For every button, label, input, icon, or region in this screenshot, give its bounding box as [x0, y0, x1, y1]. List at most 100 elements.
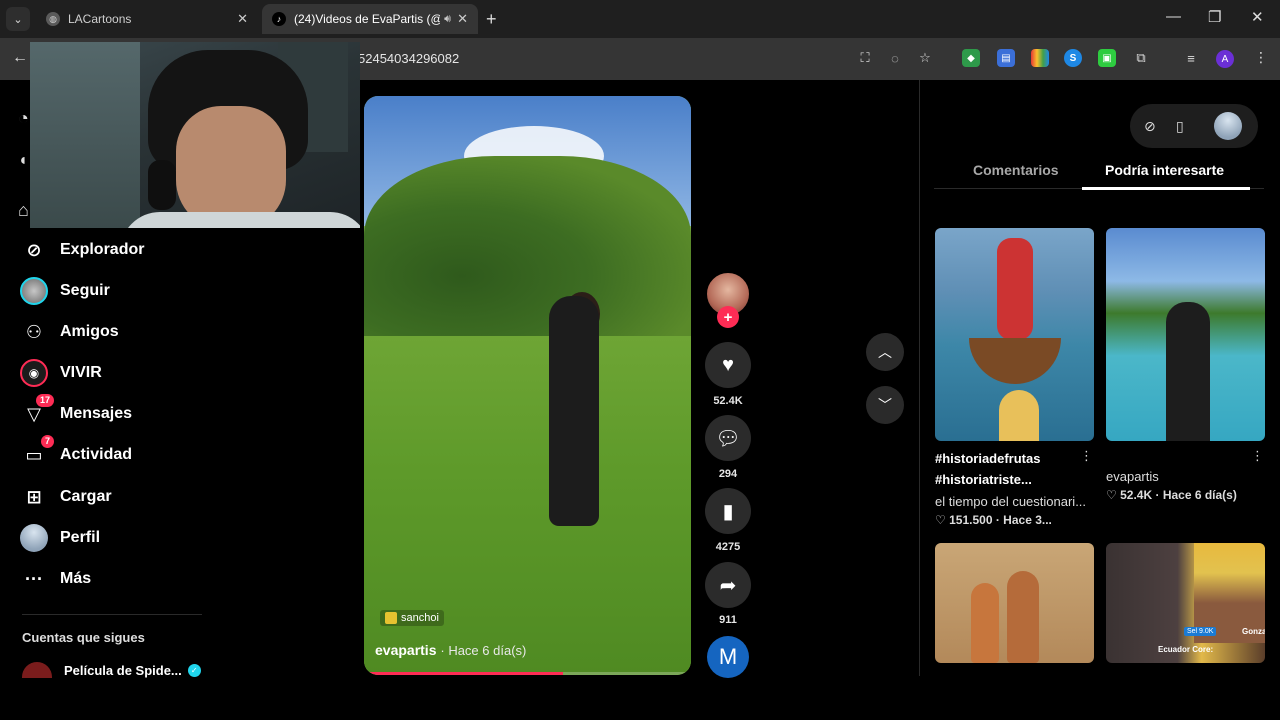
video-thumbnail[interactable] [935, 543, 1094, 663]
tab-comentarios[interactable]: Comentarios [973, 162, 1059, 178]
webcam-background [30, 42, 140, 228]
comment-icon: 💬︎ [715, 427, 741, 450]
video-thumbnail[interactable]: Sel 9.0K Gonza Ecuador Core: [1106, 543, 1265, 663]
compass-icon[interactable]: ⊘ [1144, 118, 1156, 135]
tab-title: LACartoons [68, 12, 132, 26]
sidebar-item-label: VIVIR [60, 364, 102, 381]
webcam-person-shirt [120, 212, 360, 228]
save-button[interactable]: ▮ [705, 488, 751, 534]
maximize-icon[interactable]: ❐ [1208, 8, 1221, 26]
video-person [549, 296, 599, 526]
color-extension-icon[interactable] [1031, 49, 1049, 67]
profile-avatar [20, 524, 48, 552]
browser-menu-icon[interactable]: ⋮ [1254, 49, 1268, 66]
like-count: 52.4K [713, 395, 743, 407]
card-stats: ♡ 151.500 · Hace 3... [935, 513, 1052, 527]
video-progress-bar[interactable] [364, 672, 691, 675]
video-author[interactable]: evapartis · Hace 6 día(s) [375, 642, 526, 658]
sidebar-item-label: Cargar [60, 488, 112, 505]
video-player[interactable]: sanchoi evapartis · Hace 6 día(s) [364, 96, 691, 675]
url-text[interactable]: 52454034296082 [358, 51, 459, 66]
shazam-extension-icon[interactable]: S [1064, 49, 1082, 67]
speaker-icon[interactable]: 🔊︎ [444, 13, 451, 26]
translate-icon[interactable]: ⛶ [856, 49, 874, 67]
tab-lacartoons[interactable]: ◍ LACartoons ✕ [36, 4, 258, 34]
tiktok-icon: ♪ [272, 12, 286, 26]
sidebar-item-actividad[interactable]: ▭ 7 Actividad [20, 435, 133, 469]
tab-podria-interesarte[interactable]: Podría interesarte [1105, 162, 1224, 178]
sidebar-item-mas[interactable]: ··· Más [20, 565, 91, 593]
sidebar-item-explorador[interactable]: ⊘ Explorador [20, 236, 144, 264]
card-title[interactable]: #historiadefrutas [935, 448, 1085, 469]
chevron-down-icon: ⌄ [13, 13, 23, 26]
card-date: · Hace 3... [995, 513, 1052, 527]
sidebar-item-perfil[interactable]: Perfil [20, 524, 100, 552]
video-thumbnail[interactable] [935, 228, 1094, 441]
author-name[interactable]: evapartis [375, 642, 436, 658]
card-subtitle: el tiempo del cuestionari... [935, 494, 1087, 509]
back-arrow-icon[interactable]: ← [12, 49, 28, 67]
eye-off-icon[interactable]: ◌ [886, 49, 904, 67]
sidebar-item-amigos[interactable]: ⚇ Amigos [20, 318, 119, 346]
green-extension-icon[interactable]: ▣ [1098, 49, 1116, 67]
minimize-icon[interactable]: — [1166, 8, 1181, 25]
sound-avatar[interactable]: M [707, 636, 749, 678]
music-note-icon [385, 612, 397, 624]
comment-count: 294 [718, 468, 738, 480]
notification-badge: 7 [40, 435, 54, 448]
card-likes: 52.4K [1120, 488, 1153, 502]
sidebar-item-label: Seguir [60, 282, 110, 299]
new-tab-button[interactable]: + [486, 9, 497, 30]
sidebar-item-label: Más [60, 570, 92, 587]
puzzle-icon[interactable]: ⧉ [1132, 49, 1150, 67]
sidebar-item-vivir[interactable]: ◉ VIVIR [20, 359, 102, 387]
like-button[interactable]: ♥ [705, 342, 751, 388]
docs-extension-icon[interactable]: ▤ [997, 49, 1015, 67]
previous-video-button[interactable]: ︿ [866, 333, 904, 371]
bookmark-icon: ▮ [722, 500, 734, 523]
live-icon: ◉ [20, 359, 48, 387]
compass-icon: ⊘ [26, 239, 42, 260]
heart-icon: ♥ [722, 353, 734, 376]
bookmark-star-icon[interactable]: ☆ [916, 49, 934, 67]
card-date: · Hace 6 día(s) [1155, 488, 1237, 502]
following-heading: Cuentas que sigues [22, 630, 145, 645]
following-item[interactable]: Película de Spide... ✓ [22, 662, 201, 678]
share-count: 911 [719, 614, 737, 626]
home-icon[interactable]: ⌂ [18, 200, 29, 221]
next-video-button[interactable]: ﹀ [866, 386, 904, 424]
close-icon[interactable]: ✕ [237, 11, 248, 27]
tab-tiktok[interactable]: ♪ (24)Videos de EvaPartis (@e 🔊︎ ✕ [262, 4, 478, 34]
follow-plus-icon[interactable]: + [717, 306, 739, 328]
tab-search-button[interactable]: ⌄ [6, 7, 30, 31]
music-tag[interactable]: sanchoi [380, 610, 444, 626]
search-icon[interactable]: ◖ [18, 152, 28, 170]
more-options-icon[interactable]: ⋮ [1251, 448, 1264, 464]
sidebar-item-label: Actividad [60, 446, 133, 463]
shield-extension-icon[interactable]: ◆ [962, 49, 980, 67]
video-thumbnail[interactable] [1106, 228, 1265, 441]
verified-icon: ✓ [187, 663, 201, 677]
sidebar-item-seguir[interactable]: Seguir [20, 277, 110, 305]
card-title[interactable]: #historiatriste... [935, 469, 1085, 490]
comment-button[interactable]: 💬︎ [705, 415, 751, 461]
card-likes: 151.500 [949, 513, 993, 527]
share-button[interactable]: ➦ [705, 562, 751, 608]
thumbnail-name: Gonza [1242, 627, 1265, 636]
more-options-icon[interactable]: ⋮ [1080, 448, 1093, 464]
following-avatar [20, 277, 48, 305]
media-queue-icon[interactable]: ≡ [1182, 49, 1200, 67]
tiktok-logo-icon[interactable]: ◔ [18, 108, 29, 129]
sidebar-item-mensajes[interactable]: ▽ 17 Mensajes [20, 394, 132, 428]
sidebar-item-cargar[interactable]: ⊞ Cargar [20, 483, 112, 511]
phone-icon[interactable]: ▯ [1176, 118, 1184, 135]
globe-icon: ◍ [46, 12, 60, 26]
card-author[interactable]: evapartis [1106, 469, 1159, 484]
profile-avatar[interactable]: A [1216, 50, 1234, 68]
window-close-icon[interactable]: ✕ [1251, 8, 1264, 26]
user-avatar[interactable] [1214, 112, 1242, 140]
thumbnail-chip: Sel 9.0K [1184, 627, 1217, 636]
video-trees [364, 156, 691, 356]
close-icon[interactable]: ✕ [457, 11, 468, 27]
webcam-overlay [30, 42, 360, 228]
